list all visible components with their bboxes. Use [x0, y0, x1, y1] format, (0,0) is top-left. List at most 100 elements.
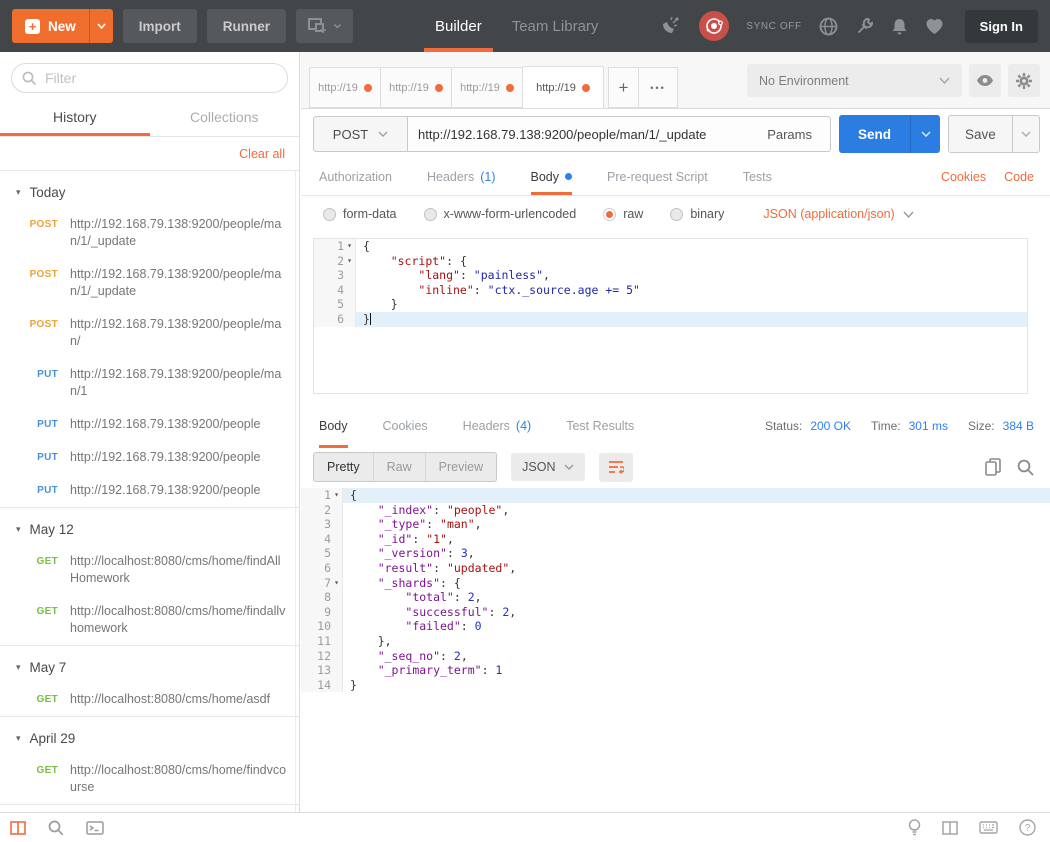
view-raw-button[interactable]: Raw — [374, 453, 426, 481]
method-badge: GET — [14, 691, 58, 708]
settings-button[interactable] — [1008, 64, 1040, 97]
code-text: } — [356, 297, 1027, 312]
more-tabs-button[interactable]: ••• — [638, 67, 678, 108]
workspace-windows-button[interactable] — [296, 9, 353, 43]
method-selector[interactable]: POST — [313, 116, 408, 152]
heart-icon[interactable] — [925, 18, 944, 35]
tab-pre-request-script[interactable]: Pre-request Script — [607, 159, 708, 195]
code-line: 3 "_type": "man", — [301, 517, 1050, 532]
headers-count: (1) — [480, 170, 495, 184]
request-tab-1[interactable]: http://19 — [309, 67, 380, 108]
request-tab-2[interactable]: http://19 — [380, 67, 451, 108]
history-group-header[interactable]: ▾May 12 — [0, 518, 299, 545]
params-button[interactable]: Params — [749, 117, 830, 151]
wrench-icon[interactable] — [855, 17, 874, 36]
method-badge: PUT — [14, 449, 58, 466]
send-button[interactable]: Send — [839, 115, 940, 153]
view-pretty-button[interactable]: Pretty — [314, 453, 374, 481]
url-field: Params — [408, 116, 831, 152]
history-item[interactable]: PUThttp://192.168.79.138:9200/people — [0, 408, 299, 441]
tab-collections[interactable]: Collections — [150, 101, 300, 136]
tab-authorization[interactable]: Authorization — [319, 159, 392, 195]
tab-test-results[interactable]: Test Results — [566, 404, 634, 448]
console-icon[interactable] — [86, 821, 104, 835]
sidebar-scrollbar[interactable] — [295, 171, 296, 812]
copy-icon[interactable] — [985, 458, 1001, 476]
request-tab-4-active[interactable]: http://19 — [522, 66, 604, 109]
method-badge: GET — [14, 762, 58, 796]
request-tab-3[interactable]: http://19 — [451, 67, 522, 108]
lightbulb-icon[interactable] — [908, 819, 921, 837]
environment-selector[interactable]: No Environment — [747, 64, 962, 97]
new-button[interactable]: + New — [12, 9, 113, 43]
help-icon[interactable]: ? — [1019, 819, 1036, 836]
open-new-tab-button[interactable]: + — [608, 67, 638, 108]
runner-button[interactable]: Runner — [207, 9, 286, 43]
save-button[interactable]: Save — [948, 115, 1040, 153]
code-line: 5 } — [314, 297, 1027, 312]
code-text: "_id": "1", — [343, 532, 1050, 547]
content-type-selector[interactable]: JSON (application/json) — [763, 207, 913, 221]
url-input[interactable] — [408, 127, 749, 142]
tab-response-headers[interactable]: Headers (4) — [463, 404, 532, 448]
sync-status-badge[interactable] — [699, 11, 729, 41]
history-group-header[interactable]: ▾April 29 — [0, 727, 299, 754]
code-line: 13 "_primary_term": 1 — [301, 663, 1050, 678]
tab-tests[interactable]: Tests — [743, 159, 772, 195]
tab-builder[interactable]: Builder — [424, 0, 493, 52]
code-link[interactable]: Code — [1004, 170, 1034, 184]
line-number: 7▾ — [301, 576, 343, 591]
tab-response-cookies[interactable]: Cookies — [383, 404, 428, 448]
radio-raw-selected[interactable]: raw — [603, 207, 643, 221]
search-history-icon[interactable] — [48, 820, 64, 836]
history-item[interactable]: PUThttp://192.168.79.138:9200/people/man… — [0, 358, 299, 408]
history-item[interactable]: POSThttp://192.168.79.138:9200/people/ma… — [0, 208, 299, 258]
history-item[interactable]: GEThttp://localhost:8080/cms/home/findvc… — [0, 754, 299, 804]
history-group-header[interactable]: ▾May 7 — [0, 656, 299, 683]
view-preview-button[interactable]: Preview — [426, 453, 496, 481]
cookies-link[interactable]: Cookies — [941, 170, 986, 184]
history-group-header[interactable]: ▾Today — [0, 181, 299, 208]
history-item[interactable]: POSThttp://192.168.79.138:9200/people/ma… — [0, 258, 299, 308]
tab-response-body[interactable]: Body — [319, 404, 348, 448]
bell-icon[interactable] — [891, 17, 908, 36]
response-body-viewer[interactable]: 1▾{2 "_index": "people",3 "_type": "man"… — [301, 486, 1050, 812]
radio-x-www-form-urlencoded[interactable]: x-www-form-urlencoded — [424, 207, 577, 221]
history-item[interactable]: PUThttp://192.168.79.138:9200/people — [0, 441, 299, 474]
globe-icon[interactable] — [819, 17, 838, 36]
toggle-sidebar-icon[interactable] — [10, 821, 26, 835]
sign-in-button[interactable]: Sign In — [965, 10, 1038, 43]
import-button[interactable]: Import — [123, 9, 197, 43]
send-options-caret[interactable] — [910, 115, 940, 153]
wrap-text-button[interactable] — [599, 453, 633, 482]
time-value: 301 ms — [909, 419, 948, 433]
request-body-editor[interactable]: 1▾{2▾ "script": {3 "lang": "painless",4 … — [313, 238, 1028, 394]
clear-all-link[interactable]: Clear all — [239, 147, 285, 161]
satellite-icon[interactable] — [660, 16, 682, 36]
history-item[interactable]: POSThttp://192.168.79.138:9200/people/ma… — [0, 308, 299, 358]
two-pane-layout-icon[interactable] — [942, 821, 958, 835]
tab-team-library[interactable]: Team Library — [501, 0, 610, 52]
time-label: Time: — [871, 419, 901, 433]
filter-input[interactable] — [45, 70, 277, 86]
line-number: 5 — [301, 546, 343, 561]
tab-history[interactable]: History — [0, 101, 150, 136]
search-response-icon[interactable] — [1017, 459, 1034, 476]
request-tab-label: http://19 — [460, 82, 500, 94]
radio-binary[interactable]: binary — [670, 207, 724, 221]
save-options-caret[interactable] — [1012, 116, 1039, 152]
history-item[interactable]: PUThttp://192.168.79.138:9200/people — [0, 474, 299, 507]
environment-preview-button[interactable] — [969, 64, 1001, 97]
keyboard-shortcuts-icon[interactable] — [979, 821, 998, 834]
history-url: http://192.168.79.138:9200/people — [70, 416, 287, 433]
radio-form-data[interactable]: form-data — [323, 207, 397, 221]
response-format-selector[interactable]: JSON — [511, 453, 585, 481]
new-dropdown-caret[interactable] — [89, 9, 113, 43]
history-item[interactable]: GEThttp://localhost:8080/cms/home/findAl… — [0, 545, 299, 595]
history-item[interactable]: GEThttp://localhost:8080/cms/home/findal… — [0, 595, 299, 645]
history-item[interactable]: GEThttp://localhost:8080/cms/home/asdf — [0, 683, 299, 716]
history-group-label: April 29 — [30, 731, 76, 746]
tab-headers[interactable]: Headers (1) — [427, 159, 496, 195]
tab-body[interactable]: Body — [531, 159, 573, 195]
history-group: ▾May 12GEThttp://localhost:8080/cms/home… — [0, 508, 299, 646]
